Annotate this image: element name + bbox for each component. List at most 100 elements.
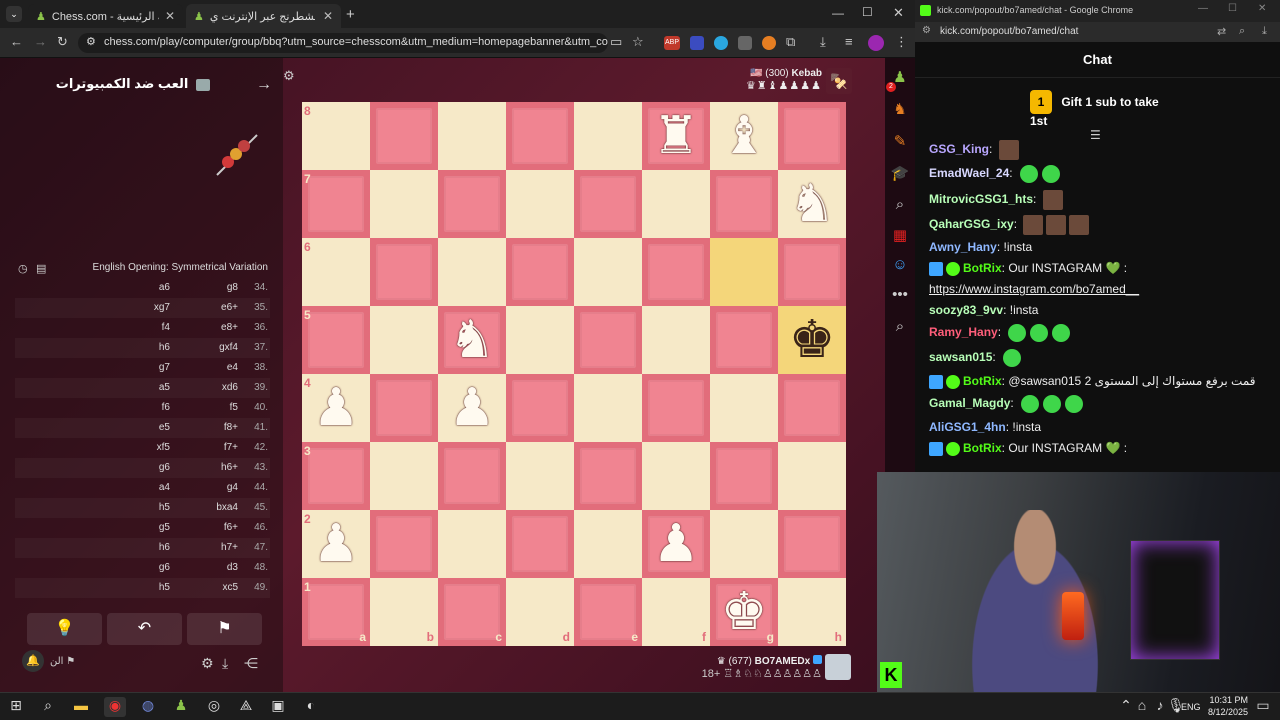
white-move[interactable]: d3	[227, 562, 238, 573]
chat-username[interactable]: Gamal_Magdy	[929, 396, 1010, 410]
lesson-icon[interactable]: ✎	[889, 132, 911, 150]
news-icon[interactable]: ▦	[889, 226, 911, 244]
square-a2[interactable]: 2 ♟	[302, 510, 370, 578]
download-icon[interactable]: ⤓	[1262, 25, 1267, 38]
resign-button[interactable]: ⚑	[187, 613, 262, 645]
square-f2[interactable]: ♟	[642, 510, 710, 578]
learn-cap-icon[interactable]: 🎓	[889, 164, 911, 182]
white-piece[interactable]: ♞	[778, 170, 846, 238]
square-e6[interactable]	[574, 238, 642, 306]
black-move[interactable]: f4	[162, 322, 170, 333]
square-g7[interactable]	[710, 170, 778, 238]
close-window-button[interactable]: ✕	[893, 5, 904, 21]
download-icon[interactable]: ⤓	[820, 34, 826, 50]
square-d7[interactable]	[506, 170, 574, 238]
black-move[interactable]: h6	[159, 342, 170, 353]
square-g6[interactable]	[710, 238, 778, 306]
book-icon[interactable]: ▤	[36, 262, 46, 275]
square-c4[interactable]: ♟	[438, 374, 506, 442]
forward-icon[interactable]: →	[34, 34, 47, 49]
chat-username[interactable]: AliGSG1_4hn	[929, 420, 1006, 434]
hint-button[interactable]: 💡	[27, 613, 102, 645]
square-a6[interactable]: 6	[302, 238, 370, 306]
square-a1[interactable]: 1a	[302, 578, 370, 646]
watch-icon[interactable]: ⌕	[889, 196, 911, 213]
discord-icon[interactable]: ◍	[137, 697, 159, 717]
white-piece[interactable]: ♝	[710, 102, 778, 170]
white-move[interactable]: e8+	[221, 322, 238, 333]
square-a5[interactable]: 5	[302, 306, 370, 374]
url-field[interactable]: ⚙ chess.com/play/computer/group/bbq?utm_…	[78, 33, 608, 53]
black-move[interactable]: xf5	[157, 442, 170, 453]
white-piece[interactable]: ♜	[642, 102, 710, 170]
black-move[interactable]: h6	[159, 542, 170, 553]
extension-icon[interactable]	[738, 36, 752, 50]
white-move[interactable]: xc5	[222, 582, 238, 593]
square-e4[interactable]	[574, 374, 642, 442]
square-h5[interactable]: ♚	[778, 306, 846, 374]
more-icon[interactable]: •••	[889, 286, 911, 303]
white-piece[interactable]: ♞	[438, 306, 506, 374]
square-f6[interactable]	[642, 238, 710, 306]
app-window-icon[interactable]: ▣	[267, 697, 289, 717]
square-h4[interactable]	[778, 374, 846, 442]
undo-button[interactable]: ↶	[107, 613, 182, 645]
media-icon[interactable]: ≡	[845, 34, 853, 49]
white-move[interactable]: gxf4	[219, 342, 238, 353]
clock-icon[interactable]: ◷	[18, 262, 28, 275]
white-move[interactable]: bxa4	[216, 502, 238, 513]
site-info-icon[interactable]: ⚙	[922, 25, 931, 36]
square-d6[interactable]	[506, 238, 574, 306]
square-h1[interactable]: h	[778, 578, 846, 646]
chat-username[interactable]: BotRix	[963, 441, 1002, 455]
notification-bell-icon[interactable]: 🔔	[22, 650, 44, 672]
square-b7[interactable]	[370, 170, 438, 238]
bookmark-star-icon[interactable]: ☆	[632, 34, 644, 50]
black-move[interactable]: h5	[159, 582, 170, 593]
black-move[interactable]: a6	[159, 282, 170, 293]
close-window-button[interactable]: ✕	[1258, 3, 1266, 14]
black-move[interactable]: a5	[159, 382, 170, 393]
puzzle-extensions-icon[interactable]: ⧉	[786, 34, 795, 50]
reload-icon[interactable]: ↻	[57, 34, 68, 50]
square-g2[interactable]	[710, 510, 778, 578]
white-move[interactable]: g8	[227, 282, 238, 293]
chat-link[interactable]: https://www.instagram.com/bo7amed__	[929, 282, 1139, 296]
square-d5[interactable]	[506, 306, 574, 374]
download-game-icon[interactable]: ⤓	[222, 655, 228, 672]
square-g3[interactable]	[710, 442, 778, 510]
puzzle-icon[interactable]: ♞	[889, 100, 911, 118]
square-e1[interactable]: e	[574, 578, 642, 646]
translate-icon[interactable]: ⇄	[1217, 25, 1226, 38]
square-c7[interactable]	[438, 170, 506, 238]
square-a8[interactable]: 8	[302, 102, 370, 170]
square-f3[interactable]	[642, 442, 710, 510]
square-f1[interactable]: f	[642, 578, 710, 646]
square-e7[interactable]	[574, 170, 642, 238]
maximize-button[interactable]: ☐	[1228, 3, 1237, 14]
square-g4[interactable]	[710, 374, 778, 442]
white-move[interactable]: f5	[230, 402, 238, 413]
black-move[interactable]: f6	[162, 402, 170, 413]
minimize-button[interactable]: —	[832, 6, 844, 20]
board-settings-icon[interactable]: ⚙	[283, 68, 295, 84]
black-move[interactable]: e5	[159, 422, 170, 433]
white-move[interactable]: f7+	[224, 442, 238, 453]
minimize-button[interactable]: —	[1198, 3, 1208, 14]
chat-username[interactable]: MitrovicGSG1_hts	[929, 192, 1033, 206]
zoom-icon[interactable]: ⌕	[1239, 25, 1245, 38]
close-icon[interactable]: ✕	[323, 9, 333, 23]
white-move[interactable]: f8+	[224, 422, 238, 433]
gift-sub-banner[interactable]: 1 Gift 1 sub to take 1st	[1030, 90, 1170, 128]
chess-app-icon[interactable]: ♟	[170, 697, 192, 717]
collapse-arrow-icon[interactable]: →	[256, 76, 272, 94]
chat-username[interactable]: EmadWael_24	[929, 166, 1009, 180]
search-icon[interactable]: ⌕	[37, 697, 59, 717]
close-icon[interactable]: ✕	[165, 9, 175, 23]
square-b6[interactable]	[370, 238, 438, 306]
chat-username[interactable]: GSG_King	[929, 142, 989, 156]
square-b3[interactable]	[370, 442, 438, 510]
black-move[interactable]: g7	[159, 362, 170, 373]
tab-chess-home[interactable]: ♟ Chess.com - الصفحة الرئيسية ✕	[28, 4, 183, 28]
community-icon[interactable]: ☺	[889, 256, 911, 273]
